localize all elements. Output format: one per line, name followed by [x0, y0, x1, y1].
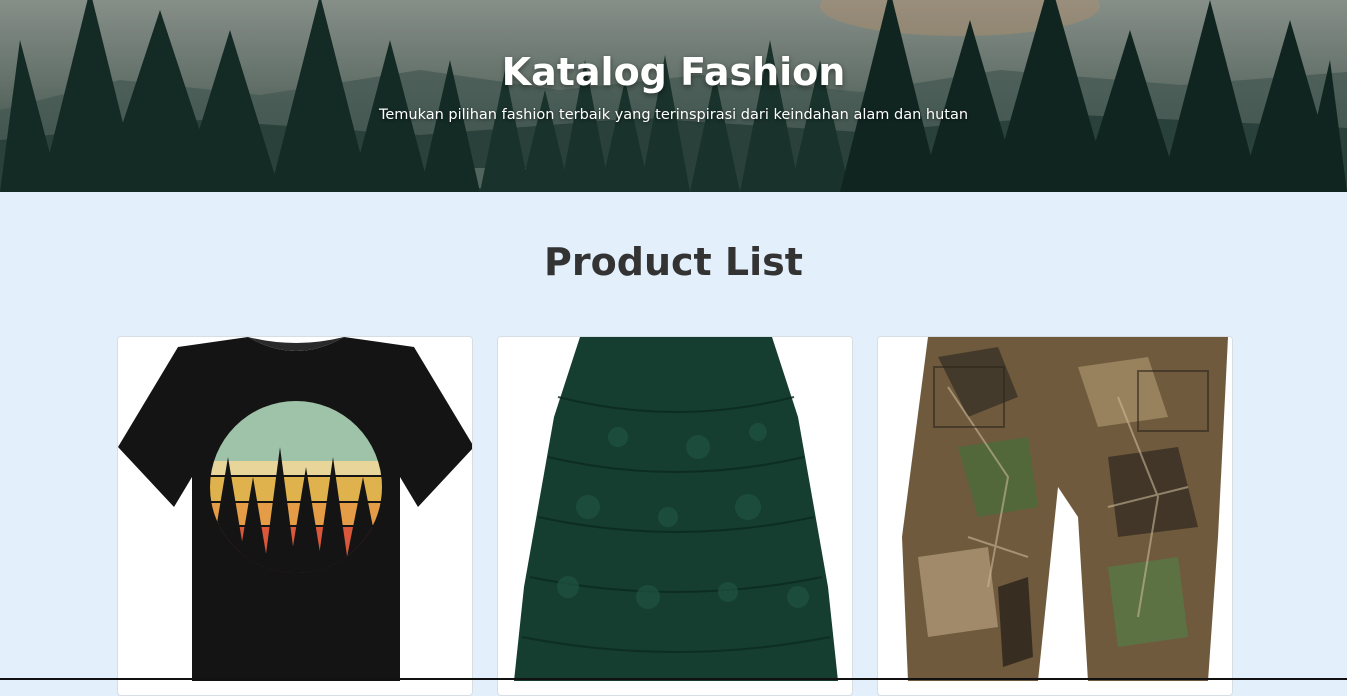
hero-subtitle: Temukan pilihan fashion terbaik yang ter… — [378, 107, 969, 123]
camo-cargo-pants-image[interactable] — [878, 337, 1233, 681]
product-card[interactable] — [497, 336, 853, 696]
hero-content: Katalog Fashion Temukan pilihan fashion … — [0, 0, 1347, 192]
section-title: Product List — [544, 240, 803, 284]
product-card[interactable] — [117, 336, 473, 696]
forest-t-shirt-image[interactable] — [118, 337, 473, 681]
hero-title: Katalog Fashion — [501, 50, 846, 94]
product-card[interactable] — [877, 336, 1233, 696]
green-lace-dress-image[interactable] — [498, 337, 853, 681]
hero-banner: Katalog Fashion Temukan pilihan fashion … — [0, 0, 1347, 192]
